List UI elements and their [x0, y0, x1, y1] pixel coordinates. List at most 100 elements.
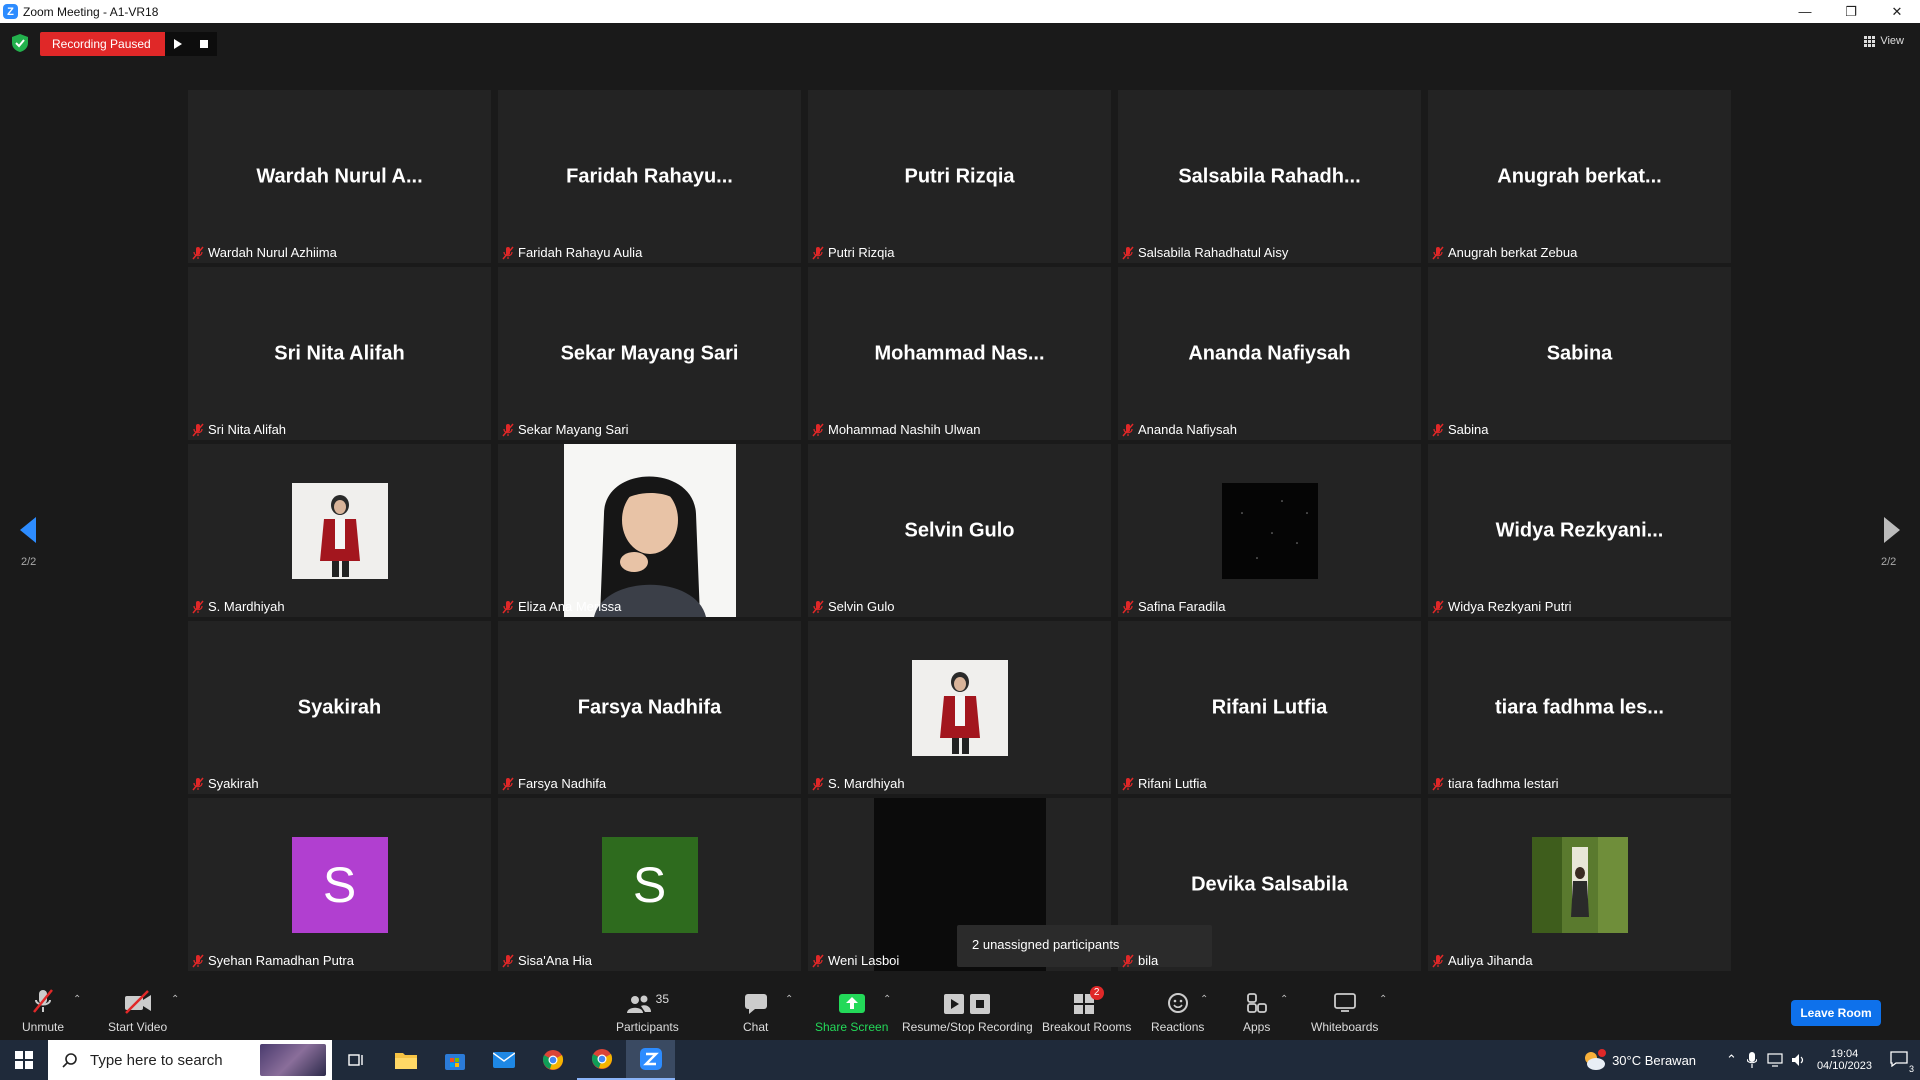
restore-button[interactable]: ❐ [1828, 0, 1874, 23]
network-icon[interactable] [1767, 1053, 1783, 1067]
participant-name: Farsya Nadhifa [518, 776, 607, 791]
participant-avatar: S [291, 836, 388, 933]
participant-name-tag: Wardah Nurul Azhiima [192, 245, 337, 260]
resume-recording-button[interactable] [165, 32, 191, 56]
participant-tile[interactable]: Mohammad Nas... Mohammad Nashih Ulwan [808, 267, 1111, 440]
security-shield-icon[interactable] [12, 34, 28, 52]
clock-date: 04/10/2023 [1816, 1060, 1872, 1072]
windows-start-button[interactable] [0, 1040, 48, 1080]
taskbar-file-explorer[interactable] [381, 1040, 430, 1080]
chat-label: Chat [743, 1020, 769, 1034]
weather-icon[interactable] [1582, 1049, 1607, 1071]
participant-name: Salsabila Rahadhatul Aisy [1138, 245, 1289, 260]
participant-tile[interactable]: S Syehan Ramadhan Putra [188, 798, 491, 971]
taskbar-search-box[interactable]: Type here to search [48, 1040, 332, 1080]
leave-room-button[interactable]: Leave Room [1791, 1000, 1881, 1026]
participant-tile[interactable]: S Sisa'Ana Hia [498, 798, 801, 971]
start-video-button[interactable]: Start Video [108, 988, 167, 1034]
participant-tile[interactable]: Salsabila Rahadh... Salsabila Rahadhatul … [1118, 90, 1421, 263]
video-options-caret-icon[interactable]: ⌃ [171, 994, 179, 1005]
share-screen-button[interactable]: Share Screen [815, 988, 888, 1034]
chat-button[interactable]: Chat [743, 988, 768, 1034]
participant-tile[interactable]: Sekar Mayang Sari Sekar Mayang Sari [498, 267, 801, 440]
reactions-options-caret-icon[interactable]: ⌃ [1200, 994, 1208, 1005]
taskbar-microsoft-store[interactable] [430, 1040, 479, 1080]
participants-button[interactable]: 35 Participants [616, 988, 679, 1034]
participant-tile[interactable]: S. Mardhiyah [188, 444, 491, 617]
participant-tile[interactable]: Auliya Jihanda [1428, 798, 1731, 971]
unmute-button[interactable]: Unmute [22, 988, 64, 1034]
participant-tile[interactable]: Safina Faradila [1118, 444, 1421, 617]
participant-tile[interactable]: Syakirah Syakirah [188, 621, 491, 794]
taskbar-mail[interactable] [479, 1040, 528, 1080]
participant-display-name: Rifani Lutfia [1211, 696, 1328, 718]
resume-stop-recording-button[interactable]: Resume/Stop Recording [902, 988, 1033, 1034]
participant-name: Sri Nita Alifah [208, 422, 287, 437]
view-button[interactable]: View [1864, 35, 1904, 47]
share-options-caret-icon[interactable]: ⌃ [883, 994, 891, 1005]
muted-mic-icon [192, 777, 204, 790]
volume-icon[interactable] [1791, 1053, 1807, 1067]
participants-label: Participants [616, 1020, 679, 1034]
whiteboards-button[interactable]: Whiteboards [1311, 988, 1378, 1034]
apps-button[interactable]: Apps [1243, 988, 1270, 1034]
participant-name: Weni Lasboi [828, 953, 900, 968]
participant-name-tag: Sri Nita Alifah [192, 422, 286, 437]
close-button[interactable]: ✕ [1874, 0, 1920, 23]
participant-tile[interactable]: Farsya Nadhifa Farsya Nadhifa [498, 621, 801, 794]
participant-tile[interactable]: Ananda Nafiysah Ananda Nafiysah [1118, 267, 1421, 440]
weather-text[interactable]: 30°C Berawan [1612, 1053, 1696, 1068]
minimize-button[interactable]: — [1782, 0, 1828, 23]
participant-tile[interactable]: tiara fadhma les... tiara fadhma lestari [1428, 621, 1731, 794]
muted-mic-icon [1122, 423, 1134, 436]
participant-tile[interactable]: Widya Rezkyani... Widya Rezkyani Putri [1428, 444, 1731, 617]
muted-mic-icon [812, 246, 824, 259]
participant-tile[interactable]: Faridah Rahayu... Faridah Rahayu Aulia [498, 90, 801, 263]
participant-name-tag: Widya Rezkyani Putri [1432, 599, 1572, 614]
participant-tile[interactable]: Selvin Gulo Selvin Gulo [808, 444, 1111, 617]
chat-options-caret-icon[interactable]: ⌃ [785, 994, 793, 1005]
next-page-arrow-icon[interactable] [1882, 515, 1902, 545]
participant-name-tag: S. Mardhiyah [192, 599, 285, 614]
participant-tile[interactable]: S. Mardhiyah [808, 621, 1111, 794]
participant-display-name: Wardah Nurul A... [256, 165, 423, 187]
whiteboards-options-caret-icon[interactable]: ⌃ [1379, 994, 1387, 1005]
participant-tile[interactable]: Eliza Ana Merissa [498, 444, 801, 617]
task-view-button[interactable] [332, 1040, 381, 1080]
notification-center-button[interactable]: 3 [1890, 1050, 1914, 1074]
participant-tile[interactable]: Rifani Lutfia Rifani Lutfia [1118, 621, 1421, 794]
muted-mic-icon [502, 600, 514, 613]
participant-display-name: Putri Rizqia [904, 165, 1015, 187]
apps-options-caret-icon[interactable]: ⌃ [1280, 994, 1288, 1005]
participant-tile[interactable]: Sabina Sabina [1428, 267, 1731, 440]
participant-display-name: Faridah Rahayu... [566, 165, 733, 187]
microphone-tray-icon[interactable] [1746, 1052, 1757, 1068]
stop-recording-button[interactable] [191, 32, 217, 56]
participant-name: bila [1138, 953, 1159, 968]
muted-mic-icon [1122, 246, 1134, 259]
participant-photo [911, 659, 1008, 756]
previous-page-arrow-icon[interactable] [18, 515, 38, 545]
participant-tile[interactable]: Sri Nita Alifah Sri Nita Alifah [188, 267, 491, 440]
task-view-icon [347, 1054, 363, 1066]
taskbar-chrome-profile[interactable] [577, 1040, 626, 1080]
participant-name: S. Mardhiyah [208, 599, 285, 614]
participant-name: Mohammad Nashih Ulwan [828, 422, 981, 437]
windows-logo-icon [15, 1051, 33, 1069]
participant-display-name: Farsya Nadhifa [577, 696, 722, 718]
chrome-profile-icon [591, 1049, 612, 1069]
participant-name-tag: Auliya Jihanda [1432, 953, 1533, 968]
participant-tile[interactable]: Wardah Nurul A... Wardah Nurul Azhiima [188, 90, 491, 263]
participant-tile[interactable]: Putri Rizqia Putri Rizqia [808, 90, 1111, 263]
show-hidden-icons-icon[interactable]: ⌃ [1726, 1052, 1737, 1068]
participant-name: S. Mardhiyah [828, 776, 905, 791]
reactions-button[interactable]: Reactions [1151, 988, 1204, 1034]
muted-mic-icon [502, 954, 514, 967]
taskbar-chrome[interactable] [528, 1040, 577, 1080]
search-placeholder: Type here to search [90, 1051, 223, 1069]
audio-options-caret-icon[interactable]: ⌃ [73, 994, 81, 1005]
clock[interactable]: 19:04 04/10/2023 [1817, 1048, 1872, 1072]
participant-tile[interactable]: Anugrah berkat... Anugrah berkat Zebua [1428, 90, 1731, 263]
taskbar-zoom[interactable] [626, 1040, 675, 1080]
breakout-rooms-button[interactable]: 2 Breakout Rooms [1042, 986, 1131, 1034]
